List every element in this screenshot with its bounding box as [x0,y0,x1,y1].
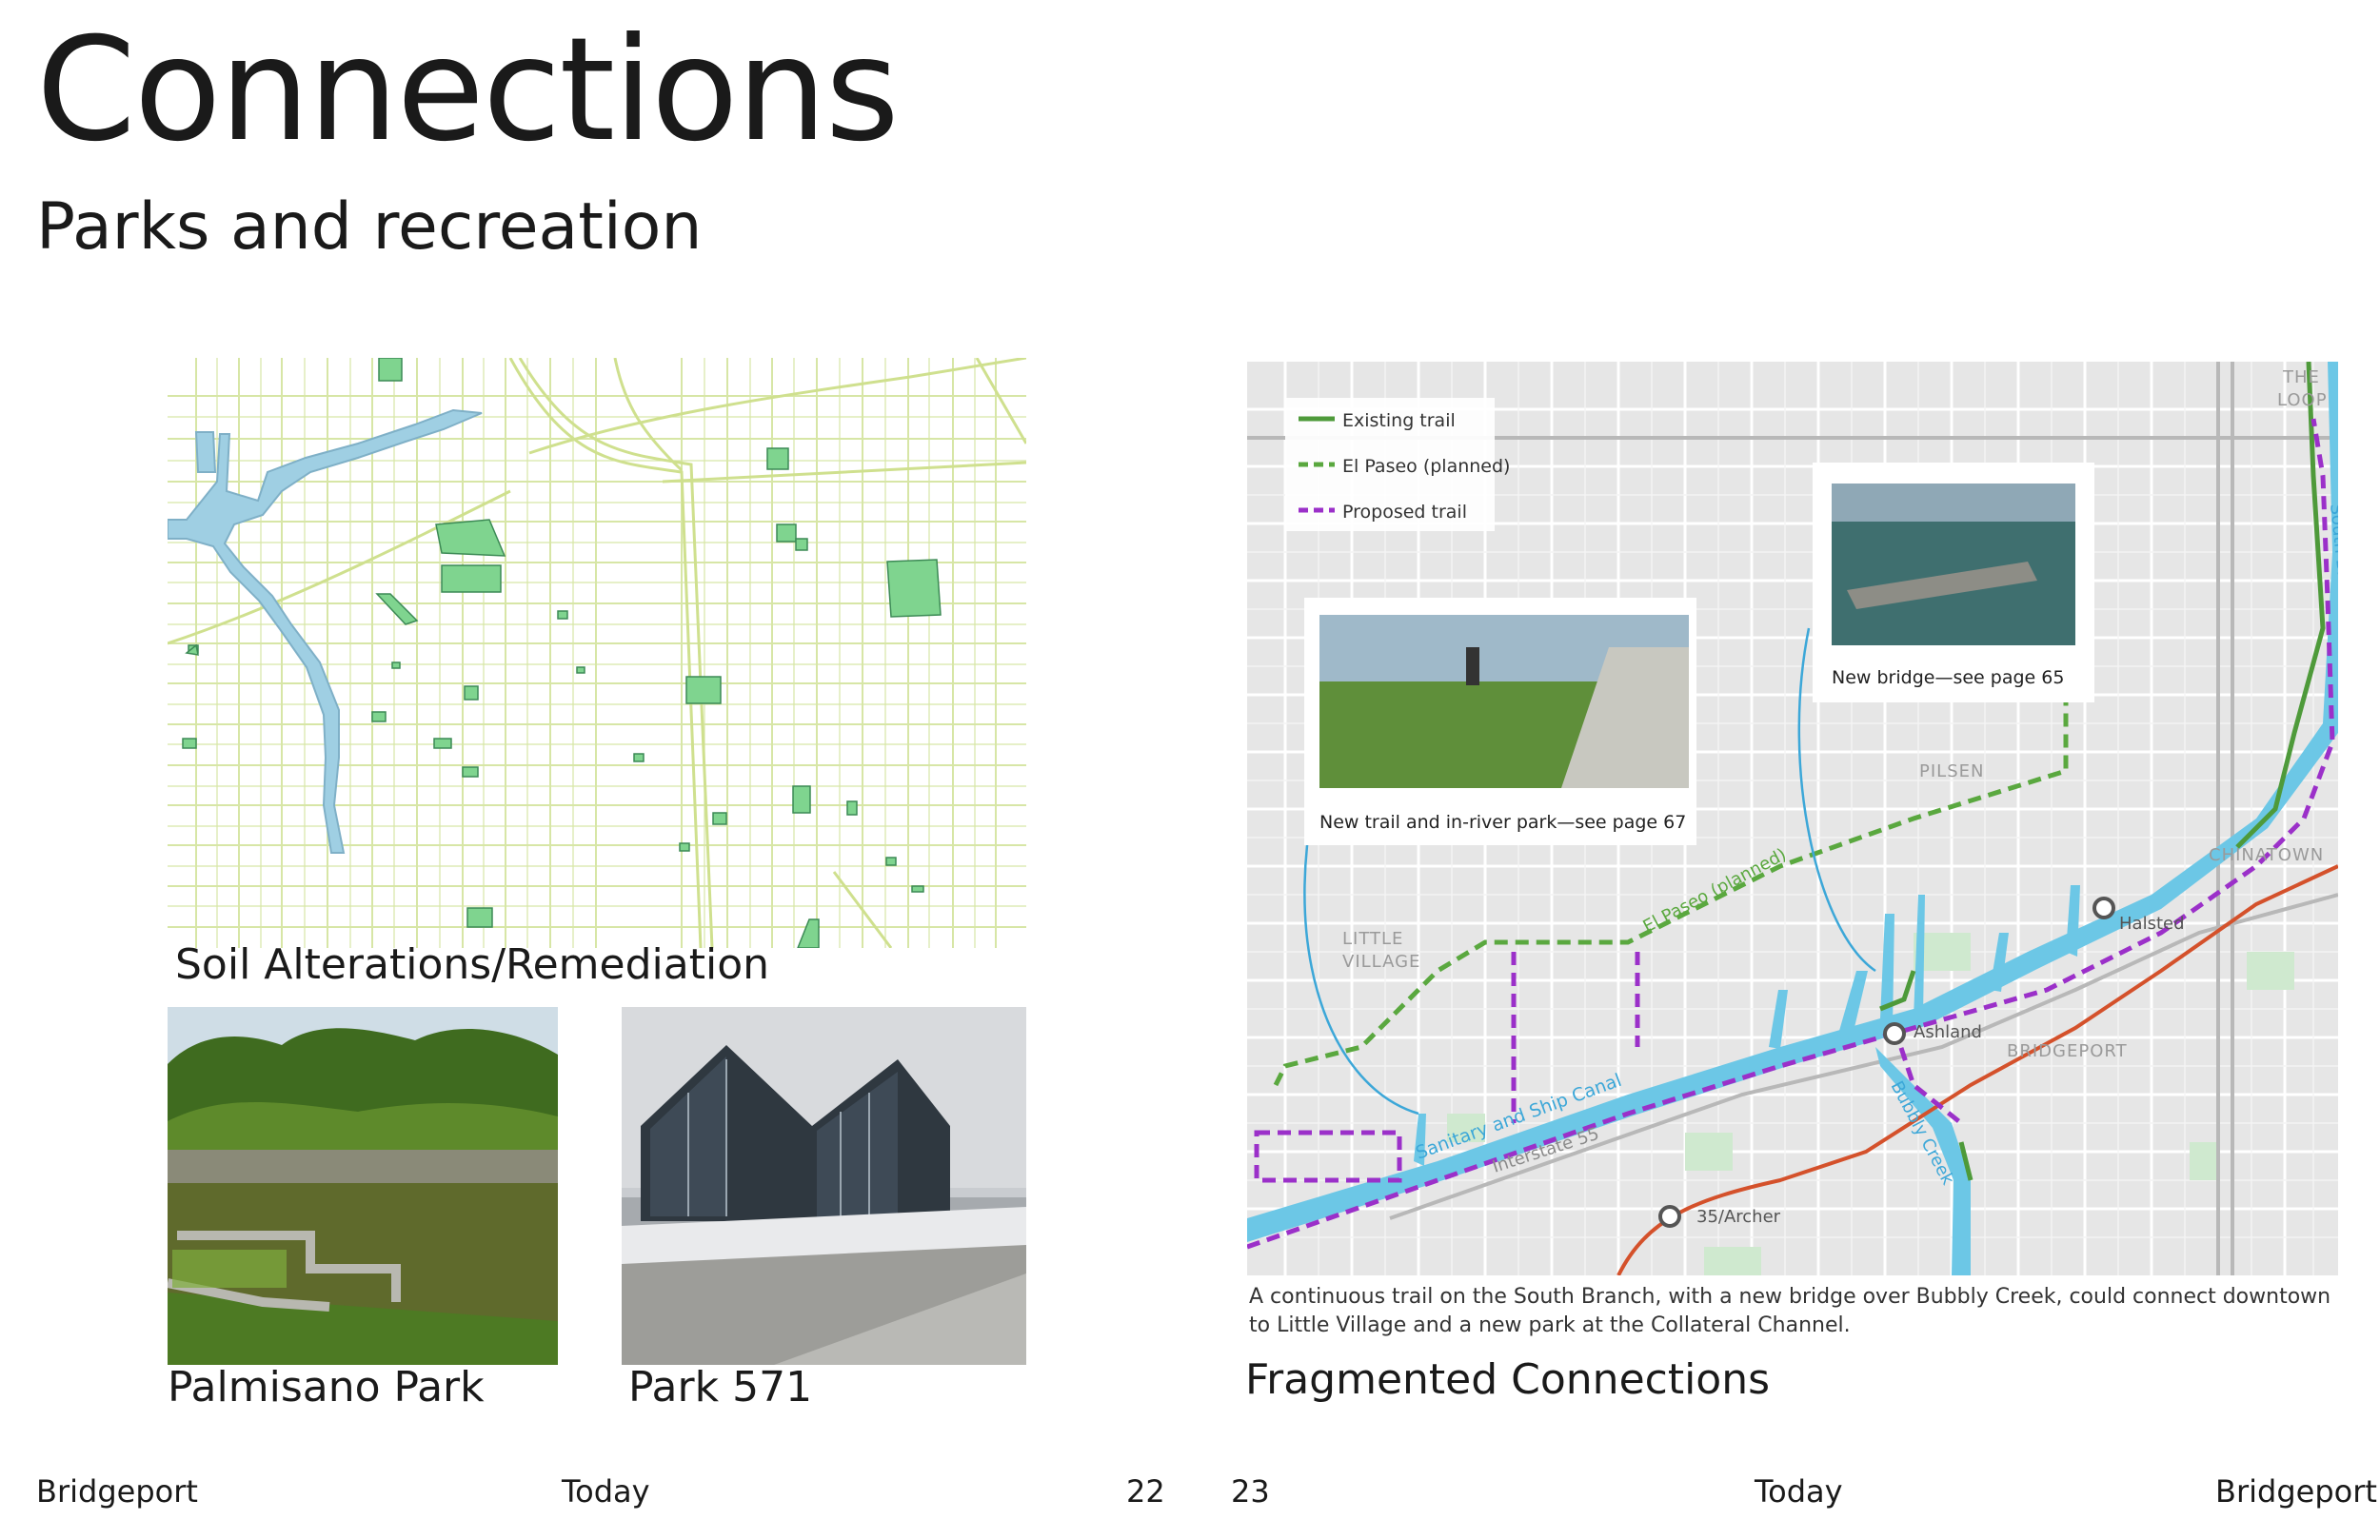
page-subtitle: Parks and recreation [36,189,703,265]
label-little: LITTLE [1342,929,1403,949]
footer-left-name: Bridgeport [36,1473,198,1510]
palmisano-park-caption: Palmisano Park [168,1363,485,1412]
callout-right: New bridge—see page 65 [1813,463,2094,702]
label-loop: LOOP [2277,390,2328,410]
label-pilsen: PILSEN [1919,761,1984,781]
section-caption: Fragmented Connections [1245,1355,1771,1404]
label-the: THE [2282,367,2320,387]
legend: Existing trail El Paseo (planned) Propos… [1285,398,1510,531]
soil-map [168,358,1026,948]
label-chinatown: CHINATOWN [2209,845,2324,865]
label-bridgeport: BRIDGEPORT [2007,1041,2128,1061]
trail-map: Existing trail El Paseo (planned) Propos… [1247,362,2338,1275]
legend-proposed: Proposed trail [1342,502,1467,523]
footer-right-name: Bridgeport [2215,1473,2377,1510]
page-title: Connections [36,8,900,173]
footer-left-page-number: 22 [1126,1473,1165,1510]
footer-right-center: Today [1755,1473,1843,1510]
footer-left-center: Today [562,1473,650,1510]
soil-map-caption: Soil Alterations/Remediation [175,940,770,989]
legend-el-paseo: El Paseo (planned) [1342,456,1510,477]
park-571-caption: Park 571 [628,1363,813,1412]
callout-left-text: New trail and in-river park—see page 67 [1319,812,1686,833]
callout-left: New trail and in-river park—see page 67 [1304,598,1696,845]
footer-right-page-number: 23 [1231,1473,1270,1510]
callout-right-text: New bridge—see page 65 [1832,667,2064,688]
label-village: VILLAGE [1342,952,1420,972]
palmisano-park-photo [168,1007,558,1365]
park-571-photo [622,1007,1026,1365]
legend-existing: Existing trail [1342,410,1456,431]
label-halsted: Halsted [2119,914,2185,934]
map-caption: A continuous trail on the South Branch, … [1249,1285,2331,1337]
label-ashland: Ashland [1914,1022,1982,1042]
label-archer: 35/Archer [1696,1207,1781,1227]
